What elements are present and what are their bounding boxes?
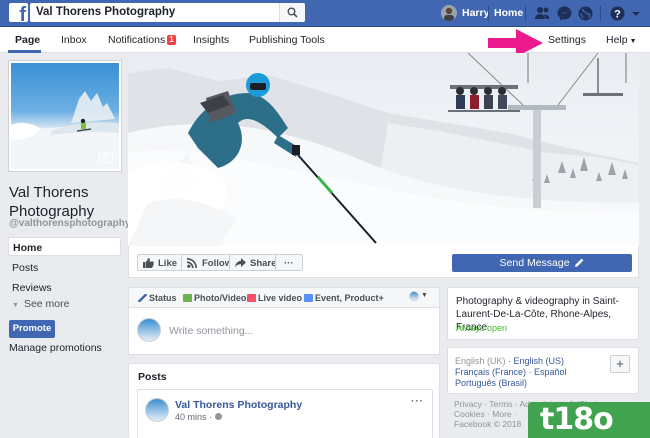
language-link[interactable]: English (US) <box>514 356 565 366</box>
follow-label: Follow <box>202 258 233 269</box>
tab-settings[interactable]: Settings <box>548 34 586 46</box>
about-card: Photography & videography in Saint-Laure… <box>447 287 639 340</box>
see-more-link[interactable]: ▼ See more <box>12 298 69 310</box>
watermark-text: t18o <box>540 402 614 437</box>
sidebar-item-posts[interactable]: Posts <box>8 258 121 277</box>
composer-tab-event-product[interactable]: Event, Product+ <box>304 293 384 303</box>
composer-input[interactable]: Write something... <box>169 325 253 337</box>
page-actions-bar: Like Follow Share ··· Send Message <box>128 246 639 278</box>
see-more-caret-icon: ▼ <box>12 302 19 309</box>
share-arrow-icon <box>235 258 246 268</box>
search-icon <box>287 7 298 18</box>
like-label: Like <box>158 258 178 269</box>
post-composer: Status Photo/Video Live video Event, Pro… <box>128 287 440 355</box>
follow-rss-icon <box>187 258 197 268</box>
composer-tabs: Status Photo/Video Live video Event, Pro… <box>129 288 439 308</box>
tab-page[interactable]: Page <box>15 34 40 46</box>
composer-tab-live-video-label: Live video <box>258 293 303 303</box>
user-name-link[interactable]: Harry <box>462 7 489 19</box>
page-navigation: Page Inbox Notifications 1 Insights Publi… <box>0 27 650 53</box>
sidebar-item-home[interactable]: Home <box>8 237 121 256</box>
language-row-1: English (UK) · English (US) <box>455 356 565 366</box>
posts-section: Posts Val Thorens Photography 40 mins · … <box>128 363 440 438</box>
messenger-icon[interactable] <box>556 5 573 22</box>
help-caret-icon: ▼ <box>629 38 637 45</box>
language-link[interactable]: Português (Brasil) <box>455 378 527 388</box>
pencil-icon <box>575 258 584 267</box>
send-message-label: Send Message <box>499 257 570 269</box>
post-timestamp[interactable]: 40 mins · <box>175 412 222 422</box>
more-actions-button[interactable]: ··· <box>275 254 303 271</box>
friend-requests-icon[interactable] <box>534 5 551 22</box>
language-link[interactable]: Español <box>534 367 567 377</box>
page-title: Val Thorens Photography <box>9 184 95 220</box>
active-tab-indicator <box>8 50 41 53</box>
post-timestamp-text[interactable]: 40 mins <box>175 412 207 422</box>
search-button[interactable] <box>279 3 305 22</box>
tab-notifications-label[interactable]: Notifications <box>108 34 165 46</box>
t18o-watermark-logo: t18o <box>528 402 650 438</box>
composer-tab-live-video[interactable]: Live video <box>247 293 302 303</box>
tab-notifications[interactable]: Notifications 1 <box>108 34 176 46</box>
manage-promotions-link[interactable]: Manage promotions <box>9 342 102 354</box>
globe-notifications-icon[interactable] <box>577 5 594 22</box>
sidebar-item-reviews[interactable]: Reviews <box>8 278 121 297</box>
top-bar: f Val Thorens Photography Harry Home ? <box>0 0 650 27</box>
composer-avatar <box>137 318 161 342</box>
live-video-icon <box>247 294 256 302</box>
divider <box>488 6 489 21</box>
profile-picture[interactable] <box>8 60 122 172</box>
opening-hours-status: Always open <box>456 323 508 333</box>
cover-photo[interactable] <box>128 53 639 246</box>
page-username[interactable]: @valthorensphotography <box>9 218 130 229</box>
account-menu-chevron-icon[interactable] <box>630 5 647 22</box>
photo-icon <box>183 294 192 302</box>
composer-tab-status-label: Status <box>149 293 177 303</box>
send-message-button[interactable]: Send Message <box>452 254 632 272</box>
tab-publishing-tools[interactable]: Publishing Tools <box>249 34 325 46</box>
help-icon[interactable]: ? <box>609 5 626 22</box>
camera-icon[interactable] <box>99 152 113 163</box>
post-options-button[interactable]: ··· <box>411 396 424 407</box>
composer-tab-status[interactable]: Status <box>138 293 177 303</box>
more-languages-button[interactable]: + <box>610 355 630 373</box>
post-author-name[interactable]: Val Thorens Photography <box>175 399 302 411</box>
event-calendar-icon <box>304 294 313 302</box>
post-card: Val Thorens Photography 40 mins · ··· <box>137 389 433 438</box>
current-language: English (UK) <box>455 356 506 366</box>
notification-badge: 1 <box>167 35 176 45</box>
promote-button[interactable]: Promote <box>9 320 55 338</box>
svg-text:?: ? <box>614 9 621 21</box>
post-as-avatar[interactable] <box>409 291 419 301</box>
divider <box>600 6 601 21</box>
tab-help[interactable]: Help ▼ <box>606 34 637 46</box>
divider <box>525 6 526 21</box>
tab-help-label[interactable]: Help <box>606 34 628 46</box>
user-avatar[interactable] <box>441 5 457 21</box>
home-link[interactable]: Home <box>494 7 523 19</box>
search-input-value[interactable]: Val Thorens Photography <box>36 6 175 18</box>
search-input[interactable]: Val Thorens Photography <box>30 3 305 22</box>
composer-tab-photo-video[interactable]: Photo/Video <box>183 293 246 303</box>
thumbs-up-icon <box>143 258 154 268</box>
language-selector: English (UK) · English (US) Français (Fr… <box>447 347 639 394</box>
composer-tab-event-product-label: Event, Product+ <box>315 293 384 303</box>
like-button[interactable]: Like <box>137 254 184 271</box>
tab-insights[interactable]: Insights <box>193 34 229 46</box>
footer-links[interactable]: Cookies · More · <box>454 409 517 419</box>
composer-tab-photo-video-label: Photo/Video <box>194 293 247 303</box>
post-as-chevron-down-icon[interactable]: ▼ <box>421 292 428 299</box>
language-link[interactable]: Français (France) <box>455 367 526 377</box>
tab-inbox[interactable]: Inbox <box>61 34 87 46</box>
footer-copyright: Facebook © 2018 <box>454 419 522 429</box>
globe-privacy-icon <box>214 413 222 420</box>
pencil-icon <box>138 294 147 302</box>
see-more-label[interactable]: See more <box>24 298 70 310</box>
share-label: Share <box>250 258 277 269</box>
facebook-logo-icon[interactable]: f <box>9 3 28 25</box>
language-row-2: Français (France) · Español <box>455 367 567 377</box>
post-author-avatar[interactable] <box>145 398 169 422</box>
posts-heading: Posts <box>138 371 167 383</box>
